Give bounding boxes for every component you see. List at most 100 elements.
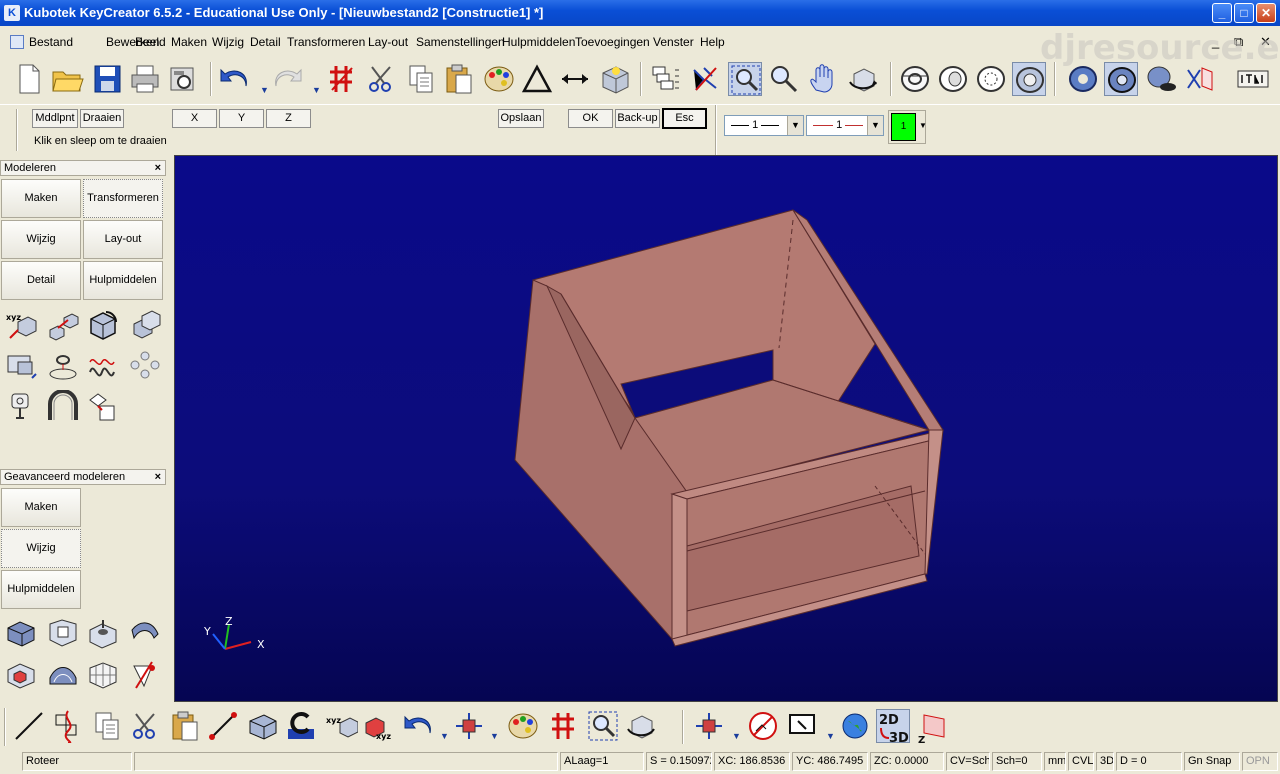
layout-button[interactable]: Lay-out [83, 220, 163, 259]
clip-plane-icon[interactable] [1182, 62, 1216, 96]
menu-layout[interactable]: Lay-out [368, 35, 408, 49]
rendered-icon[interactable] [1144, 62, 1178, 96]
menu-maken[interactable]: Maken [171, 35, 207, 49]
xyz-copy-icon[interactable]: xyz [362, 709, 396, 743]
utilities-button[interactable]: Hulpmiddelen [83, 261, 163, 300]
globe-view-icon[interactable] [838, 709, 872, 743]
plane-z-icon[interactable]: Z [916, 709, 950, 746]
extrude-solid-icon[interactable] [4, 616, 38, 650]
zoom-window-icon[interactable] [728, 62, 762, 96]
color-select[interactable]: 1 ▼ [888, 110, 927, 144]
split-solid-icon[interactable] [128, 658, 162, 692]
wireframe-display-icon[interactable] [898, 62, 932, 96]
transform-button[interactable]: Transformeren [83, 179, 163, 218]
axis-x-button[interactable]: X [172, 109, 217, 128]
menu-toevoegingen[interactable]: Toevoegingen [575, 35, 650, 49]
axis-z-button[interactable]: Z [266, 109, 311, 128]
line-type-select[interactable]: 1 ▼ [724, 115, 804, 136]
advanced-create-button[interactable]: Maken [1, 488, 81, 527]
chevron-down-icon[interactable]: ▼ [919, 121, 927, 130]
minimize-button[interactable]: _ [1212, 3, 1232, 23]
no-constraint-icon[interactable] [746, 709, 780, 743]
blend-surface-icon[interactable] [46, 658, 80, 692]
menu-detail[interactable]: Detail [250, 35, 281, 49]
close-button[interactable]: ✕ [1256, 3, 1276, 23]
project-entity-icon[interactable] [46, 348, 80, 382]
ok-button[interactable]: OK [568, 109, 613, 128]
save-icon[interactable] [90, 62, 124, 96]
hidden-line-display-icon[interactable] [936, 62, 970, 96]
status-units[interactable]: mm [1044, 752, 1066, 771]
redo-icon[interactable] [270, 62, 304, 96]
create-button[interactable]: Maken [1, 179, 81, 218]
helix-icon[interactable] [86, 348, 120, 382]
menu-bestand[interactable]: Bestand [29, 35, 73, 49]
print-icon[interactable] [128, 62, 162, 96]
coordinate-readout-icon[interactable] [1236, 62, 1270, 96]
scale-box-icon[interactable] [86, 390, 120, 424]
sweep-solid-icon[interactable] [128, 616, 162, 650]
toggle-2d-3d-icon[interactable]: 2D 3D [876, 709, 910, 746]
solid-box-icon[interactable] [598, 62, 632, 96]
detail-button[interactable]: Detail [1, 261, 81, 300]
dashed-hidden-display-icon[interactable] [974, 62, 1008, 96]
zoom-box-icon[interactable] [586, 709, 620, 743]
move-view-dropdown-icon[interactable]: ▼ [732, 732, 741, 741]
close-icon[interactable]: × [155, 470, 161, 484]
menu-wijzig[interactable]: Wijzig [212, 35, 244, 49]
boolean-icon[interactable] [4, 658, 38, 692]
app-icon[interactable]: K [4, 5, 20, 21]
undo-dropdown-icon[interactable]: ▼ [440, 732, 449, 741]
paste-icon[interactable] [442, 62, 476, 96]
pin-transform-icon[interactable] [4, 390, 38, 424]
array-pattern-icon[interactable] [128, 348, 162, 382]
status-scale[interactable]: S = 0.150972 [646, 752, 712, 771]
bend-entity-icon[interactable] [46, 389, 80, 424]
break-entity-icon[interactable] [50, 709, 84, 744]
rotate-entity-icon[interactable] [86, 308, 120, 342]
box-solid-icon[interactable] [246, 709, 280, 743]
move-view-icon[interactable] [692, 709, 726, 743]
shaded-blue-icon[interactable] [1066, 62, 1100, 96]
layers-icon[interactable] [648, 62, 682, 96]
status-snap[interactable]: Gn Snap [1184, 752, 1240, 771]
document-icon[interactable] [10, 35, 24, 49]
advanced-utilities-button[interactable]: Hulpmiddelen [1, 570, 81, 609]
zoom-icon[interactable] [766, 62, 800, 96]
line-tool-icon[interactable] [12, 709, 46, 743]
rotate-button[interactable]: Draaien [80, 109, 124, 128]
screen-view-icon[interactable] [786, 709, 820, 743]
measure-distance-icon[interactable] [558, 62, 592, 96]
status-depth[interactable]: D = 0 [1116, 752, 1182, 771]
render-c-icon[interactable] [284, 709, 318, 743]
graphics-viewport[interactable]: X Y Z [174, 155, 1278, 702]
open-folder-icon[interactable] [50, 62, 84, 96]
screen-view-dropdown-icon[interactable]: ▼ [826, 732, 835, 741]
triangle-icon[interactable] [520, 62, 554, 96]
shaded-edges-icon[interactable] [1104, 62, 1138, 96]
view-rotate-icon[interactable] [624, 709, 658, 743]
axis-y-button[interactable]: Y [219, 109, 264, 128]
color-palette-icon[interactable] [482, 62, 516, 96]
scale-entity-icon[interactable] [4, 348, 38, 382]
undo-icon[interactable] [218, 62, 252, 96]
save-view-button[interactable]: Opslaan [498, 109, 544, 128]
chevron-down-icon[interactable]: ▼ [787, 116, 803, 135]
mask-entities-icon[interactable] [688, 62, 722, 96]
menu-help[interactable]: Help [700, 35, 725, 49]
redo-dropdown-icon[interactable]: ▼ [312, 86, 321, 95]
move-xyz-icon[interactable]: xyz [4, 308, 38, 342]
mirror-entity-icon[interactable] [128, 308, 162, 342]
status-3d[interactable]: 3D [1096, 752, 1114, 771]
cut-scissors-icon[interactable] [128, 709, 162, 743]
status-cvl[interactable]: CVL [1068, 752, 1094, 771]
escape-button[interactable]: Esc [662, 108, 707, 129]
cut-icon[interactable] [364, 62, 398, 96]
backup-button[interactable]: Back-up [615, 109, 660, 128]
copy-doc-icon[interactable] [90, 709, 124, 743]
menu-beeld[interactable]: Beeld [135, 35, 166, 49]
menu-transformeren[interactable]: Transformeren [287, 35, 365, 49]
move-arrows-icon[interactable] [452, 709, 486, 743]
palette-icon[interactable] [506, 709, 540, 743]
xyz-move-icon[interactable]: xyz [324, 709, 359, 743]
